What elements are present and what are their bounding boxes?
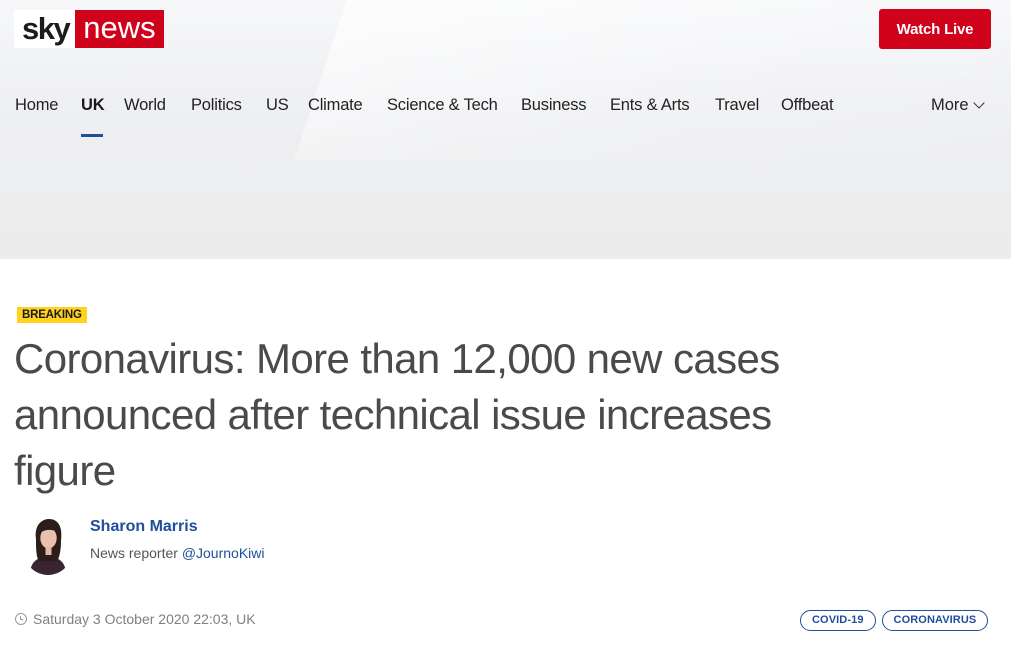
watch-live-button[interactable]: Watch Live	[879, 9, 991, 49]
nav-item-climate[interactable]: Climate	[308, 96, 363, 115]
article-date-row: Saturday 3 October 2020 22:03, UK	[15, 611, 256, 627]
tag-covid-19[interactable]: COVID-19	[800, 610, 876, 631]
active-nav-underline	[81, 134, 103, 137]
nav-item-offbeat[interactable]: Offbeat	[781, 96, 834, 115]
sky-news-logo[interactable]: sky news	[14, 10, 164, 48]
nav-item-business[interactable]: Business	[521, 96, 587, 115]
author-avatar-image	[24, 517, 72, 575]
nav-item-home[interactable]: Home	[15, 96, 58, 115]
nav-item-uk[interactable]: UK	[81, 96, 105, 115]
article-tags: COVID-19 CORONAVIRUS	[800, 610, 989, 631]
nav-item-travel[interactable]: Travel	[715, 96, 759, 115]
breaking-badge: BREAKING	[17, 307, 87, 323]
main-nav: Home UK World Politics US Climate Scienc…	[0, 84, 1011, 138]
header: sky news Watch Live Home UK World Politi…	[0, 0, 1011, 259]
author-name-link[interactable]: Sharon Marris	[90, 518, 198, 536]
logo-news-text: news	[75, 10, 164, 48]
author-block: Sharon Marris News reporter @JournoKiwi	[24, 515, 424, 577]
author-role-label: News reporter	[90, 545, 178, 561]
nav-more-button[interactable]: More	[931, 96, 985, 115]
chevron-down-icon	[972, 97, 985, 109]
article-headline: Coronavirus: More than 12,000 new cases …	[14, 335, 780, 494]
nav-more-label: More	[931, 96, 969, 114]
logo-sky-text: sky	[14, 10, 76, 48]
article-date: Saturday 3 October 2020 22:03, UK	[33, 611, 256, 627]
author-twitter-handle[interactable]: @JournoKiwi	[182, 545, 265, 561]
tag-coronavirus[interactable]: CORONAVIRUS	[881, 610, 989, 631]
nav-item-science-tech[interactable]: Science & Tech	[387, 96, 498, 115]
nav-item-politics[interactable]: Politics	[191, 96, 242, 115]
nav-item-world[interactable]: World	[124, 96, 166, 115]
author-role: News reporter @JournoKiwi	[90, 545, 265, 561]
nav-item-ents-arts[interactable]: Ents & Arts	[610, 96, 690, 115]
author-avatar[interactable]	[24, 517, 72, 575]
clock-icon	[15, 613, 27, 625]
nav-item-us[interactable]: US	[266, 96, 289, 115]
